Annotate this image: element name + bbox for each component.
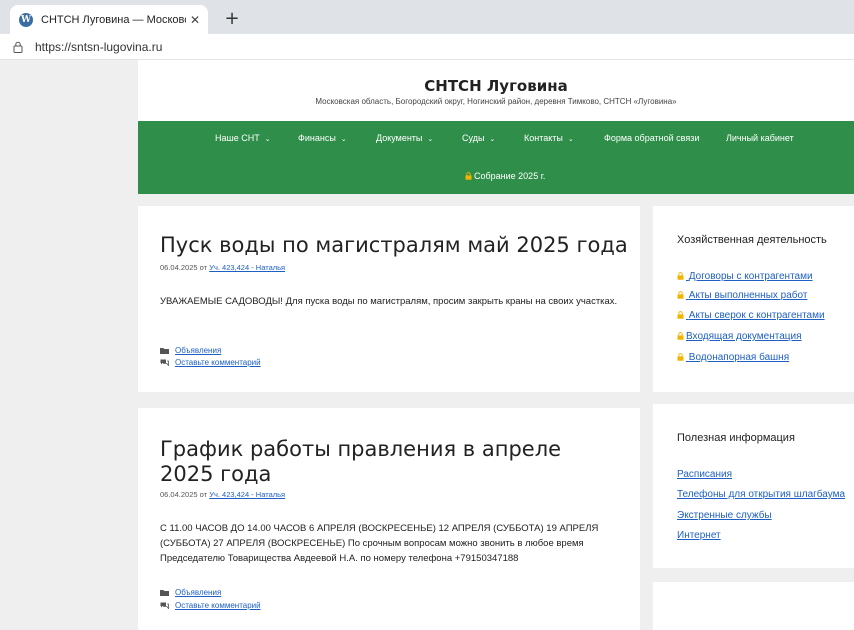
web-page: СНТСН Луговина Московская область, Богор… [0, 60, 854, 630]
post-date: 06.04.2025 [160, 490, 198, 499]
sidebar-link-emergency-services[interactable]: Экстренные службы [677, 510, 772, 521]
chevron-down-icon: ⌄ [489, 136, 496, 143]
post-body: УВАЖАЕМЫЕ САДОВОДЫ! Для пуска воды по ма… [160, 296, 618, 307]
site-header: СНТСН Луговина Московская область, Богор… [138, 60, 854, 121]
comment-icon [160, 602, 169, 609]
lock-icon [677, 353, 684, 361]
close-icon[interactable]: ✕ [190, 13, 200, 27]
url-field[interactable]: https://sntsn-lugovina.ru [35, 40, 162, 54]
post-category: Объявления [160, 588, 221, 597]
new-tab-button[interactable]: + [220, 6, 244, 30]
lock-icon [677, 332, 684, 340]
lock-icon [677, 291, 684, 299]
category-link[interactable]: Объявления [175, 588, 221, 597]
post-card: График работы правления в апреле 2025 го… [138, 408, 640, 630]
lock-icon [465, 172, 472, 180]
chevron-down-icon: ⌄ [427, 136, 434, 143]
post-card: Пуск воды по магистралям май 2025 года 0… [138, 206, 640, 392]
post-date: 06.04.2025 [160, 263, 198, 272]
sidebar-link-internet[interactable]: Интернет [677, 530, 721, 541]
site-title[interactable]: СНТСН Луговина [138, 77, 854, 95]
post-comments: Оставьте комментарий [160, 601, 261, 610]
nav-item-nashe-snt[interactable]: Наше СНТ ⌄ [215, 133, 271, 143]
sidebar-link-contracts[interactable]: Договоры с контрагентами [677, 271, 813, 282]
post-title[interactable]: График работы правления в апреле 2025 го… [160, 437, 600, 487]
folder-icon [160, 590, 169, 596]
wordpress-icon: W [19, 12, 33, 27]
post-author-link[interactable]: Уч. 423,424 - Наталья [209, 263, 285, 272]
comment-icon [160, 359, 169, 366]
sidebar-link-incoming-documents[interactable]: Входящая документация [677, 331, 802, 342]
post-body: С 11.00 ЧАСОВ ДО 14.00 ЧАСОВ 6 АПРЕЛЯ (В… [160, 523, 599, 565]
sidebar-link-reconciliation-acts[interactable]: Акты сверок с контрагентами [677, 310, 825, 321]
nav-item-finance[interactable]: Финансы ⌄ [298, 133, 347, 143]
chevron-down-icon: ⌄ [567, 136, 574, 143]
site-info-icon[interactable] [13, 41, 23, 53]
category-link[interactable]: Объявления [175, 346, 221, 355]
sidebar-link-work-acts[interactable]: Акты выполненных работ [677, 290, 807, 301]
main-navigation: Наше СНТ ⌄ Финансы ⌄ Документы ⌄ Суды ⌄ Конт… [138, 121, 854, 194]
sidebar-link-water-tower[interactable]: Водонапорная башня [677, 352, 789, 363]
post-comments: Оставьте комментарий [160, 358, 261, 367]
sidebar-link-schedules[interactable]: Расписания [677, 469, 732, 480]
widget-empty [653, 582, 854, 630]
nav-item-meeting-2025[interactable]: Собрание 2025 г. [465, 171, 545, 181]
post-author-link[interactable]: Уч. 423,424 - Наталья [209, 490, 285, 499]
widget-title: Хозяйственная деятельность [677, 234, 827, 246]
nav-item-contacts[interactable]: Контакты ⌄ [524, 133, 574, 143]
post-category: Объявления [160, 346, 221, 355]
browser-tab[interactable]: W СНТСН Луговина — Московская о ✕ [10, 5, 208, 34]
browser-tab-bar: W СНТСН Луговина — Московская о ✕ + [0, 0, 854, 34]
post-meta: 06.04.2025 от Уч. 423,424 - Наталья [160, 490, 285, 499]
post-title[interactable]: Пуск воды по магистралям май 2025 года [160, 233, 628, 258]
widget-business-activity: Хозяйственная деятельность Договоры с ко… [653, 206, 854, 392]
folder-icon [160, 348, 169, 354]
nav-item-personal-account[interactable]: Личный кабинет [726, 133, 794, 143]
plus-icon: + [224, 7, 240, 29]
widget-title: Полезная информация [677, 432, 795, 444]
nav-item-documents[interactable]: Документы ⌄ [376, 133, 433, 143]
site-description: Московская область, Богородский округ, Н… [315, 97, 677, 106]
leave-comment-link[interactable]: Оставьте комментарий [175, 601, 261, 610]
sidebar-link-barrier-phones[interactable]: Телефоны для открытия шлагбаума [677, 489, 845, 500]
lock-icon [677, 311, 684, 319]
nav-item-feedback-form[interactable]: Форма обратной связи [604, 133, 699, 143]
post-by: от [199, 263, 208, 272]
post-by: от [199, 490, 208, 499]
nav-item-courts[interactable]: Суды ⌄ [462, 133, 495, 143]
chevron-down-icon: ⌄ [264, 136, 271, 143]
chevron-down-icon: ⌄ [340, 136, 347, 143]
lock-icon [677, 272, 684, 280]
address-bar: https://sntsn-lugovina.ru [0, 34, 854, 60]
post-meta: 06.04.2025 от Уч. 423,424 - Наталья [160, 263, 285, 272]
leave-comment-link[interactable]: Оставьте комментарий [175, 358, 261, 367]
widget-useful-info: Полезная информация Расписания Телефоны … [653, 404, 854, 568]
tab-title: СНТСН Луговина — Московская о [41, 13, 186, 26]
